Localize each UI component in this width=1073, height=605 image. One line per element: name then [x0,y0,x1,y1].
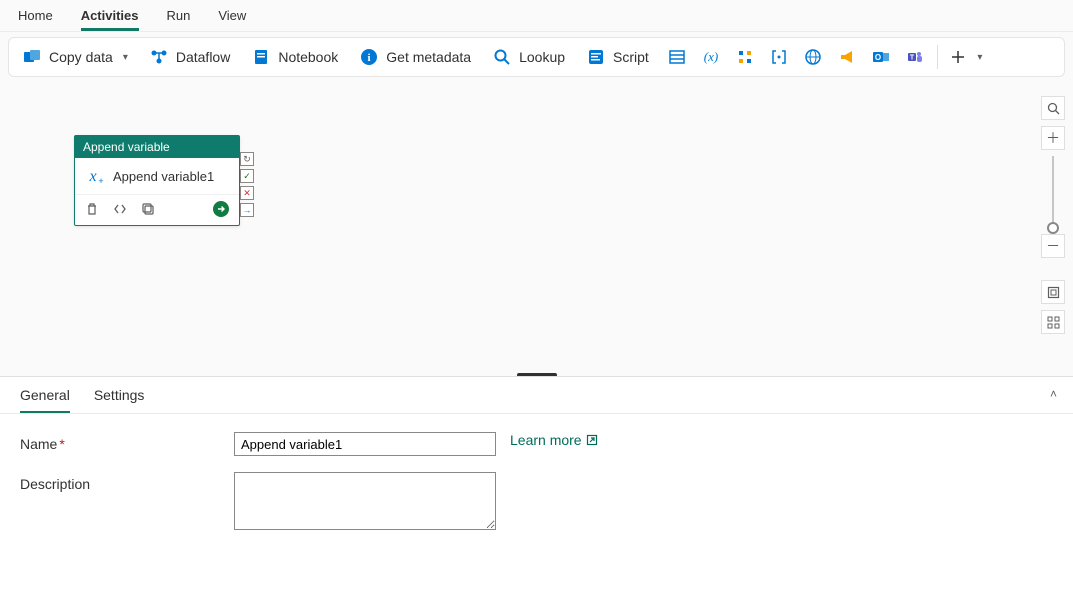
dataflow-label: Dataflow [176,49,230,65]
script-icon [587,48,605,66]
svg-text:(x): (x) [704,49,718,64]
outcome-fail-handle[interactable]: ✕ [240,186,254,200]
toolbar-separator [937,45,938,69]
code-icon[interactable] [113,202,127,216]
script-button[interactable]: Script [579,44,657,70]
copy-icon[interactable] [141,202,155,216]
add-activity-button[interactable]: ▾ [946,44,986,70]
tab-view[interactable]: View [218,6,246,31]
collapse-panel-icon[interactable]: ˄ [1050,387,1057,401]
teams-icon: T [906,48,924,66]
dataflow-button[interactable]: Dataflow [142,44,238,70]
notebook-button[interactable]: Notebook [244,44,346,70]
properties-tab-general[interactable]: General [20,385,70,413]
variable-icon: (x) [702,48,720,66]
plus-icon [949,48,967,66]
table-icon [668,48,686,66]
copy-data-label: Copy data [49,49,113,65]
canvas-controls: ＋ － [1041,96,1065,334]
dataflow-icon [150,48,168,66]
svg-text:+: + [98,176,103,186]
minimap-button[interactable] [1041,310,1065,334]
search-icon [493,48,511,66]
tab-run[interactable]: Run [167,6,191,31]
top-tabs: Home Activities Run View [0,0,1073,32]
delete-icon[interactable] [85,202,99,216]
activity-footer [75,194,239,225]
tab-home[interactable]: Home [18,6,53,31]
stored-procedure-button[interactable] [663,44,691,70]
pipeline-canvas[interactable]: Append variable x+ Append variable1 ↻ ✓ … [0,82,1073,377]
name-label: Name* [20,432,234,452]
canvas-search-button[interactable] [1041,96,1065,120]
svg-text:x: x [88,168,96,185]
announcement-icon [838,48,856,66]
info-icon: i [360,48,378,66]
fit-to-screen-button[interactable] [1041,280,1065,304]
notebook-icon [252,48,270,66]
wait-button[interactable] [765,44,793,70]
function-icon [736,48,754,66]
external-link-icon [586,434,598,446]
zoom-slider[interactable] [1052,156,1054,228]
copy-data-icon [23,48,41,66]
name-input[interactable] [234,432,496,456]
required-indicator: * [59,436,64,452]
tab-activities[interactable]: Activities [81,6,139,31]
toolbar-container: Copy data ▾ Dataflow Notebook i Get meta… [0,32,1073,82]
activity-name: Append variable1 [113,169,214,184]
notebook-label: Notebook [278,49,338,65]
zoom-slider-thumb[interactable] [1047,222,1059,234]
teams-button[interactable]: T [901,44,929,70]
outcome-success-handle[interactable]: ✓ [240,169,254,183]
properties-form: Name* Learn more Description [0,414,1073,564]
outlook-icon: O [872,48,890,66]
activities-toolbar: Copy data ▾ Dataflow Notebook i Get meta… [8,37,1065,77]
activity-outcome-handles: ↻ ✓ ✕ → [240,152,254,217]
learn-more-link[interactable]: Learn more [510,432,598,448]
script-label: Script [613,49,649,65]
outcome-skip-handle[interactable]: ↻ [240,152,254,166]
activity-body: x+ Append variable1 [75,158,239,194]
outlook-button[interactable]: O [867,44,895,70]
svg-text:O: O [875,53,881,62]
properties-tabs: General Settings ˄ [0,377,1073,414]
description-row: Description [20,472,1053,530]
get-metadata-label: Get metadata [386,49,471,65]
description-label: Description [20,472,234,492]
set-variable-button[interactable]: (x) [697,44,725,70]
globe-icon [804,48,822,66]
outcome-completion-handle[interactable]: → [240,203,254,217]
zoom-out-button[interactable]: － [1041,234,1065,258]
name-row: Name* Learn more [20,432,1053,456]
description-input[interactable] [234,472,496,530]
lookup-label: Lookup [519,49,565,65]
brackets-icon [770,48,788,66]
webhook-button[interactable] [833,44,861,70]
activity-type-label: Append variable [75,136,239,158]
run-arrow-icon[interactable] [213,201,229,217]
variable-x-icon: x+ [85,166,105,186]
activity-node-append-variable[interactable]: Append variable x+ Append variable1 [74,135,240,226]
copy-data-button[interactable]: Copy data ▾ [15,44,136,70]
properties-tab-settings[interactable]: Settings [94,385,145,413]
svg-text:i: i [368,52,371,64]
svg-text:T: T [910,55,915,62]
chevron-down-icon: ▾ [977,52,982,63]
lookup-button[interactable]: Lookup [485,44,573,70]
zoom-in-button[interactable]: ＋ [1041,126,1065,150]
get-metadata-button[interactable]: i Get metadata [352,44,479,70]
web-button[interactable] [799,44,827,70]
chevron-down-icon: ▾ [123,52,128,63]
functions-button[interactable] [731,44,759,70]
